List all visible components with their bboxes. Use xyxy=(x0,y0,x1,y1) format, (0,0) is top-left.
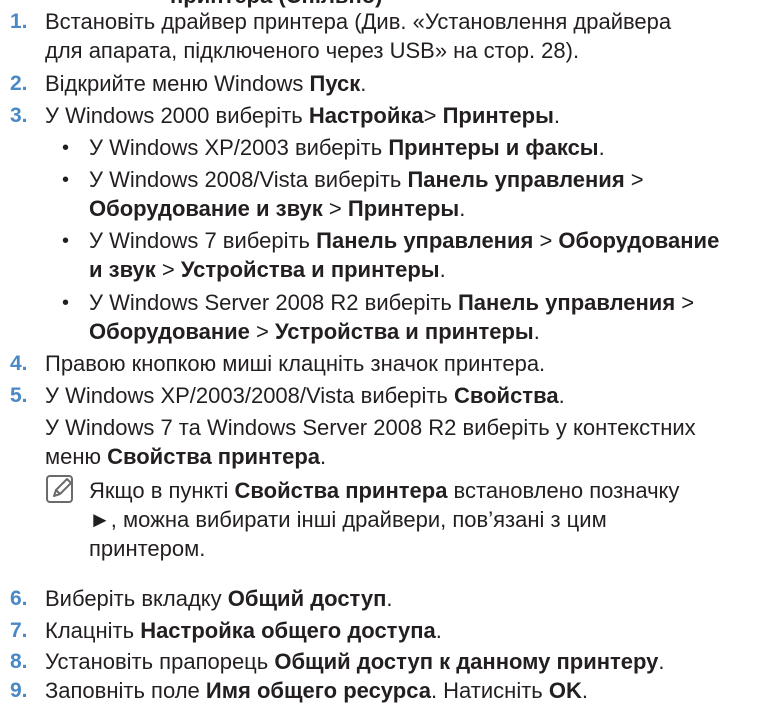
step-5-line-3: меню Свойства принтера. xyxy=(45,444,327,469)
bullet: • xyxy=(62,137,70,159)
note-line-3: принтером. xyxy=(89,536,206,561)
note-line-2: ►, можна вибирати інші драйвери, пов’яза… xyxy=(89,507,607,532)
step-number: 4. xyxy=(10,352,28,375)
step-number: 8. xyxy=(10,650,28,673)
sub-bullet-4-line-2: Оборудование > Устройства и принтеры. xyxy=(89,319,540,344)
sub-bullet-4-line-1: У Windows Server 2008 R2 виберіть Панель… xyxy=(89,290,695,315)
step-number: 1. xyxy=(10,10,28,33)
step-number: 7. xyxy=(10,619,28,642)
step-7: Клацніть Настройка общего доступа. xyxy=(45,618,442,643)
step-number: 3. xyxy=(10,104,28,127)
step-6: Виберіть вкладку Общий доступ. xyxy=(45,586,393,611)
step-number: 9. xyxy=(10,679,28,702)
sub-bullet-3-line-1: У Windows 7 виберіть Панель управления >… xyxy=(89,228,720,253)
step-5-line-1: У Windows XP/2003/2008/Vista виберіть Св… xyxy=(45,383,565,408)
step-3: У Windows 2000 виберіть Настройка> Принт… xyxy=(45,103,561,128)
bullet: • xyxy=(62,292,70,314)
bullet: • xyxy=(62,230,70,252)
step-5-line-2: У Windows 7 та Windows Server 2008 R2 ви… xyxy=(45,415,696,440)
sub-bullet-2-line-2: Оборудование и звук > Принтеры. xyxy=(89,196,466,221)
step-1-line-1: Встановіть драйвер принтера (Див. «Устан… xyxy=(45,9,672,34)
sub-bullet-1: У Windows XP/2003 виберіть Принтеры и фа… xyxy=(89,135,605,160)
step-4: Правою кнопкою миші клацніть значок прин… xyxy=(45,351,546,376)
step-number: 5. xyxy=(10,384,28,407)
bullet: • xyxy=(62,169,70,191)
sub-bullet-2-line-1: У Windows 2008/Vista виберіть Панель упр… xyxy=(89,167,644,192)
sub-bullet-3-line-2: и звук > Устройства и принтеры. xyxy=(89,257,446,282)
note-line-1: Якщо в пункті Свойства принтера встановл… xyxy=(89,478,680,503)
step-9: Заповніть поле Имя общего ресурса. Натис… xyxy=(45,678,588,703)
step-number: 6. xyxy=(10,587,28,610)
step-8: Установіть прапорець Общий доступ к данн… xyxy=(45,649,665,674)
step-2: Відкрийте меню Windows Пуск. xyxy=(45,71,367,96)
step-1-line-2: для апарата, підключеного через USB» на … xyxy=(45,38,580,63)
step-number: 2. xyxy=(10,72,28,95)
heading-partial: принтера (Спільно) xyxy=(170,0,383,9)
note-pencil-icon xyxy=(46,475,73,503)
